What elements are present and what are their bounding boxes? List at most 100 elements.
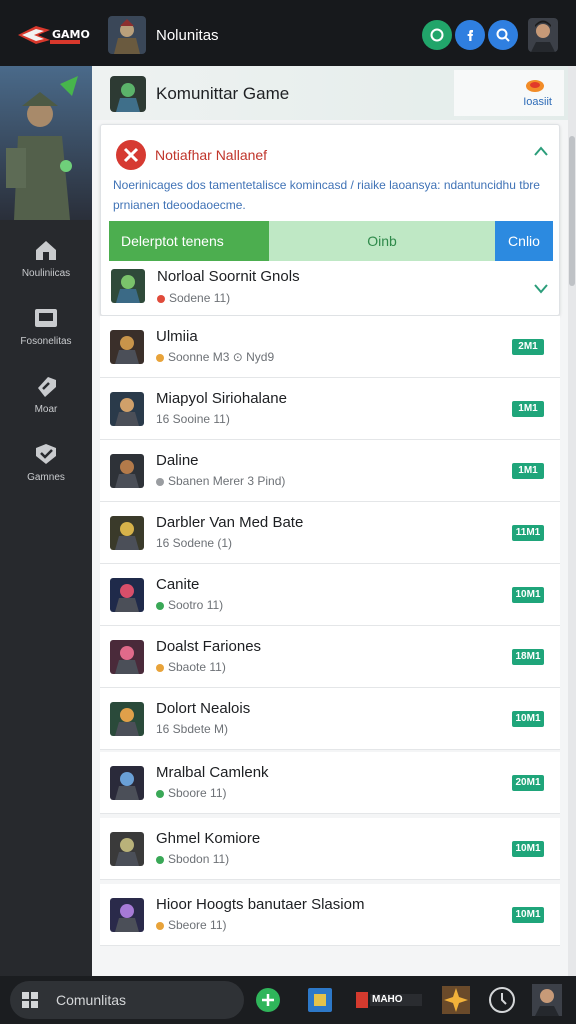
game-art-icon (111, 269, 145, 303)
profile-button[interactable] (532, 984, 562, 1016)
main-content: Komunittar Game Ioasiit Notiafhar Nallan… (92, 66, 576, 976)
plus-icon (256, 988, 280, 1012)
logo-text: GAMO (52, 28, 90, 41)
item-subtitle: Soonne M3 ⊙ Nyd9 (156, 350, 274, 364)
windows-start-icon[interactable] (22, 992, 38, 1008)
game-app-label: MAHO (372, 994, 403, 1005)
segment-option-3[interactable]: Cnlio (495, 221, 553, 261)
card-title: Notiafhar Nallanef (155, 147, 268, 163)
chevron-up-icon[interactable] (533, 145, 549, 157)
list-item[interactable]: Dolort Nealois 16 Sbdete M) 10M1 (100, 688, 560, 750)
count-badge: 20M1 (512, 775, 544, 791)
hero-art-icon (0, 66, 92, 220)
game-icon (110, 832, 144, 866)
sidebar-item-label: Nouliniicas (21, 268, 71, 279)
item-subtitle: Sbeore 11) (156, 918, 226, 932)
segment-option-2[interactable]: Oinb (269, 221, 495, 261)
item-name: Norloal Soornit Gnols (157, 268, 300, 285)
home-icon (36, 241, 56, 260)
card-description: Noerinicages dos tamentetalisce komincas… (113, 178, 540, 212)
game-icon (110, 766, 144, 800)
list-item[interactable]: Canite Sootro 11) 10M1 (100, 564, 560, 626)
scrollbar[interactable] (568, 66, 576, 976)
taskbar-search[interactable]: Comunlitas (10, 981, 244, 1019)
count-badge: 10M1 (512, 711, 544, 727)
app-logo[interactable]: GAMO (16, 22, 90, 48)
sidebar-item-shield[interactable]: Gamnes (0, 442, 92, 502)
item-subtitle: Sbodon 11) (156, 852, 229, 866)
game-art-icon (110, 392, 144, 426)
app-button[interactable] (306, 986, 334, 1014)
count-badge: 1M1 (512, 463, 544, 479)
item-subtitle: Sboore 11) (156, 786, 226, 800)
badge-label: Ioasiit (523, 96, 552, 108)
sidebar-item-window[interactable]: Fosonelitas (0, 306, 92, 366)
user-avatar[interactable] (528, 18, 558, 52)
count-badge: 11M1 (512, 525, 544, 541)
game-art-icon (110, 832, 144, 866)
game-art-icon (110, 702, 144, 736)
list-item[interactable]: Hioor Hoogts banutaer Slasiom Sbeore 11) 1… (100, 884, 560, 946)
search-button[interactable] (488, 20, 518, 50)
chat-icon (430, 28, 444, 42)
item-name: Ghmel Komiore (156, 830, 261, 847)
item-name: Canite (156, 576, 200, 593)
game-art-icon (110, 76, 146, 112)
game-art-icon (110, 516, 144, 550)
game-app-button[interactable]: MAHO (356, 986, 426, 1014)
search-label: Comunlitas (56, 992, 127, 1008)
top-bar: GAMO Nolunitas (0, 0, 576, 66)
tag-icon (38, 377, 56, 397)
facebook-button[interactable] (455, 20, 485, 50)
chat-button[interactable] (422, 20, 452, 50)
item-subtitle: 16 Sooine 11) (156, 412, 230, 426)
spark-icon (442, 986, 470, 1014)
list-item[interactable]: Ulmiia Soonne M3 ⊙ Nyd9 2M1 (100, 316, 560, 378)
segment-option-1[interactable]: Delerptot tenens (109, 221, 269, 261)
warrior-icon (108, 16, 146, 54)
item-name: Dolort Nealois (156, 700, 251, 717)
page-title: Nolunitas (156, 27, 219, 44)
game-icon (111, 269, 145, 303)
clock-button[interactable] (488, 986, 516, 1014)
search-icon (496, 28, 510, 42)
add-button[interactable] (254, 986, 282, 1014)
profile-icon (532, 984, 562, 1016)
count-badge: 18M1 (512, 649, 544, 665)
taskbar: Comunlitas MAHO (0, 976, 576, 1024)
game-art-icon (110, 454, 144, 488)
alert-icon (116, 140, 146, 170)
facebook-icon (467, 30, 473, 41)
game-icon (110, 702, 144, 736)
spark-app-button[interactable] (442, 986, 470, 1014)
game-icon (110, 330, 144, 364)
scroll-thumb[interactable] (569, 136, 575, 286)
clock-icon (489, 987, 515, 1013)
item-name: Ulmiia (156, 328, 198, 345)
game-icon (110, 516, 144, 550)
game-art-icon (110, 330, 144, 364)
sidebar-item-tag[interactable]: Moar (0, 374, 92, 434)
item-name: Doalst Fariones (156, 638, 262, 655)
item-name: Daline (156, 452, 199, 469)
list-item[interactable]: Daline Sbanen Merer 3 Pind) 1M1 (100, 440, 560, 502)
item-subtitle: Sbanen Merer 3 Pind) (156, 474, 285, 488)
item-name: Mralbal Camlenk (156, 764, 269, 781)
item-name: Miapyol Siriohalane (156, 390, 287, 407)
sidebar-item-home[interactable]: Nouliniicas (0, 238, 92, 298)
list-item[interactable]: Darbler Van Med Bate 16 Sodene (1) 11M1 (100, 502, 560, 564)
list-item[interactable]: Norloal Soornit Gnols Sodene 11) (101, 263, 559, 315)
game-art-icon (110, 766, 144, 800)
section-title: Komunittar Game (156, 84, 290, 103)
chevron-down-icon[interactable] (533, 283, 549, 295)
list-item[interactable]: Ghmel Komiore Sbodon 11) 10M1 (100, 818, 560, 880)
game-art-icon (110, 578, 144, 612)
list-item[interactable]: Miapyol Siriohalane 16 Sooine 11) 1M1 (100, 378, 560, 440)
list-item[interactable]: Doalst Fariones Sbaote 11) 18M1 (100, 626, 560, 688)
sidebar-item-label: Fosonelitas (20, 336, 72, 347)
header-badge[interactable]: Ioasiit (454, 70, 564, 116)
list-item[interactable]: Mralbal Camlenk Sboore 11) 20M1 (100, 752, 560, 814)
sidebar: Nouliniicas Fosonelitas Moar Gamnes (0, 66, 92, 976)
item-subtitle: 16 Sodene (1) (156, 536, 233, 550)
game-avatar[interactable] (108, 16, 146, 54)
